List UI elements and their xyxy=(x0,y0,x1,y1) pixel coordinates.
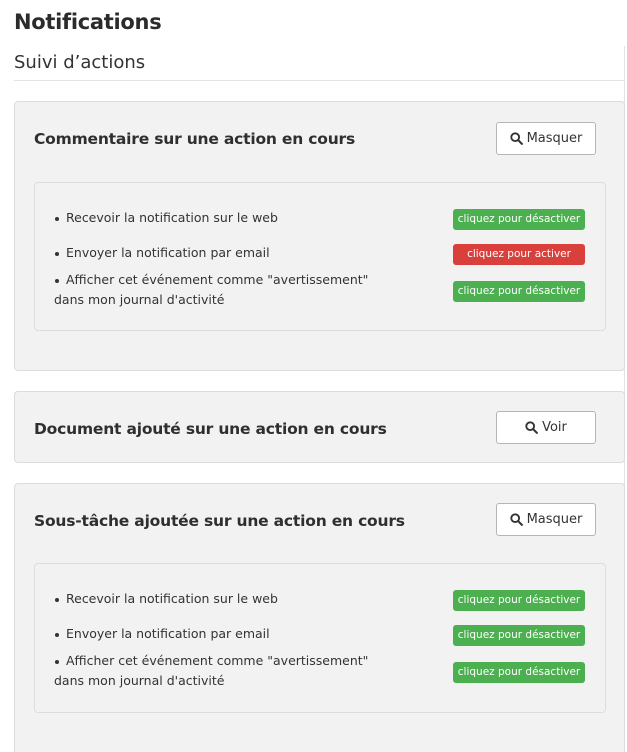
option-label: Recevoir la notification sur le web xyxy=(66,210,278,225)
show-button-label: Voir xyxy=(542,420,567,435)
option-label: Recevoir la notification sur le web xyxy=(66,591,278,606)
notification-panel-comment: Commentaire sur une action en cours Masq… xyxy=(14,101,625,371)
toggle-button[interactable]: cliquez pour désactiver xyxy=(453,625,585,646)
toggle-button[interactable]: cliquez pour désactiver xyxy=(453,281,585,302)
hide-button[interactable]: Masquer xyxy=(496,503,596,536)
notification-options: Recevoir la notification sur le web cliq… xyxy=(34,182,606,331)
bullet xyxy=(55,598,59,602)
toggle-button[interactable]: cliquez pour désactiver xyxy=(453,209,585,230)
option-label: Afficher cet événement comme "avertissem… xyxy=(54,272,369,307)
panel-title: Sous-tâche ajoutée sur une action en cou… xyxy=(34,512,405,530)
panel-title: Document ajouté sur une action en cours xyxy=(34,420,387,438)
panel-title: Commentaire sur une action en cours xyxy=(34,130,356,148)
bullet xyxy=(55,633,59,637)
toggle-button[interactable]: cliquez pour activer xyxy=(453,244,585,265)
bullet xyxy=(55,217,59,221)
option-label: Envoyer la notification par email xyxy=(66,626,270,641)
bullet xyxy=(55,252,59,256)
search-icon xyxy=(525,421,539,434)
notification-panel-document: Document ajouté sur une action en cours … xyxy=(14,391,625,463)
notification-panel-subtask: Sous-tâche ajoutée sur une action en cou… xyxy=(14,483,625,752)
search-icon xyxy=(509,513,523,526)
option-label: Afficher cet événement comme "avertissem… xyxy=(54,653,369,688)
option-label: Envoyer la notification par email xyxy=(66,245,270,260)
toggle-button[interactable]: cliquez pour désactiver xyxy=(453,662,585,683)
hide-button-label: Masquer xyxy=(526,131,583,146)
show-button[interactable]: Voir xyxy=(496,411,596,444)
search-icon xyxy=(509,132,523,145)
hide-button[interactable]: Masquer xyxy=(496,122,596,155)
section-title: Suivi d’actions xyxy=(14,52,146,73)
page-title: Notifications xyxy=(14,10,162,34)
toggle-button[interactable]: cliquez pour désactiver xyxy=(453,590,585,611)
hide-button-label: Masquer xyxy=(526,512,583,527)
section-divider xyxy=(14,80,625,81)
notification-options: Recevoir la notification sur le web cliq… xyxy=(34,563,606,713)
